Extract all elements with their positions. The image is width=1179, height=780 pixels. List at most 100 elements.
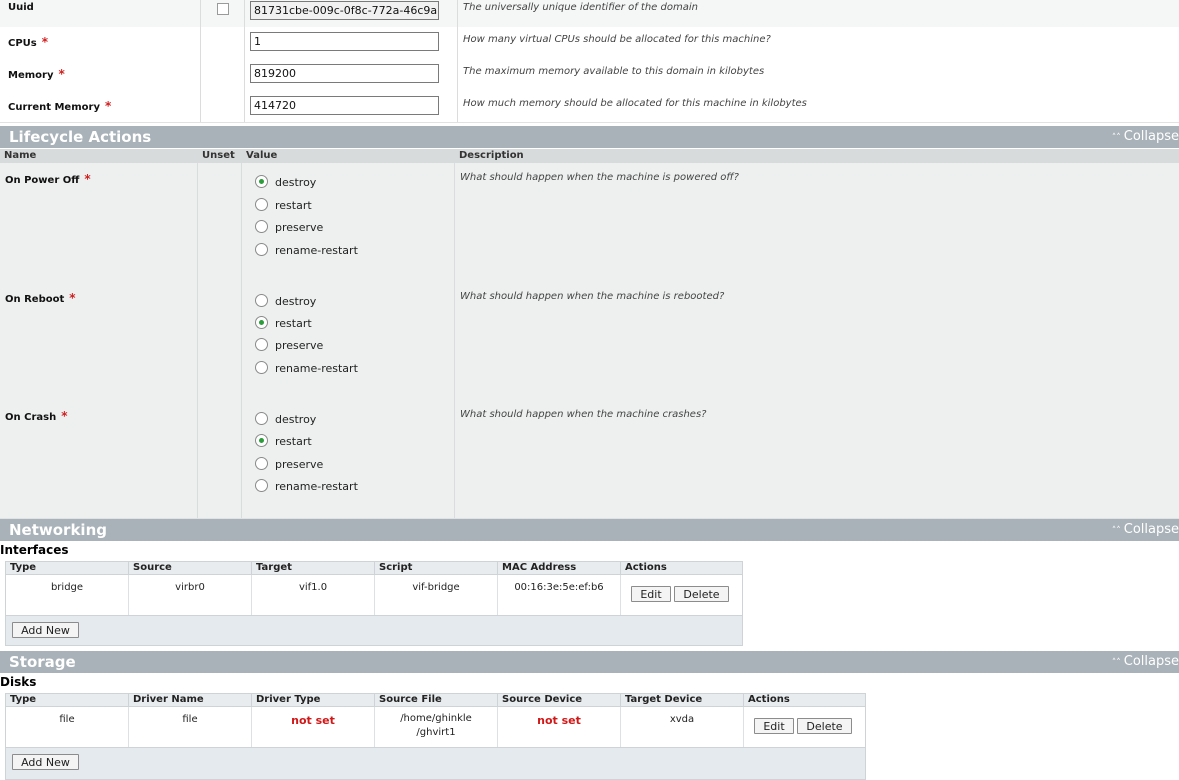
property-label: Current Memory *: [8, 99, 112, 113]
memory-input[interactable]: 819200: [250, 64, 439, 83]
column-header: Driver Name: [129, 694, 252, 706]
property-description: How many virtual CPUs should be allocate…: [463, 34, 771, 45]
radio-rename-restart[interactable]: [255, 361, 268, 374]
required-marker: *: [41, 35, 49, 49]
section-title: Networking: [9, 521, 107, 539]
radio-label: destroy: [275, 295, 317, 308]
column-header: Source: [129, 562, 252, 574]
collapse-link[interactable]: ˄˄ Collapse: [1112, 654, 1179, 669]
delete-disk-button[interactable]: Delete: [797, 718, 852, 734]
cell-type: bridge: [6, 575, 129, 615]
radio-label: restart: [275, 435, 312, 448]
cpus-input[interactable]: 1: [250, 32, 439, 51]
cell-driver-name: file: [129, 707, 252, 747]
property-row-current-memory: Current Memory * 414720 How much memory s…: [0, 90, 1179, 123]
column-header: Target: [252, 562, 375, 574]
lifecycle-label: On Crash *: [5, 409, 68, 423]
radio-label: rename-restart: [275, 480, 358, 493]
column-header: Script: [375, 562, 498, 574]
radio-label: restart: [275, 199, 312, 212]
column-header: Actions: [748, 694, 790, 705]
property-label: CPUs *: [8, 35, 49, 49]
column-header: Driver Type: [252, 694, 375, 706]
radio-label: preserve: [275, 221, 324, 234]
column-header: Actions: [625, 562, 667, 573]
lifecycle-description: What should happen when the machine cras…: [460, 409, 707, 420]
lifecycle-label: On Power Off *: [5, 172, 91, 186]
required-marker: *: [61, 409, 68, 423]
chevron-up-icon: ˄˄: [1111, 658, 1121, 668]
edit-interface-button[interactable]: Edit: [631, 586, 671, 602]
cell-source-device: not set: [498, 707, 621, 747]
property-row-uuid: Uuid 81731cbe-009c-0f8c-772a-46c9a The u…: [0, 0, 1179, 28]
collapse-link[interactable]: ˄˄ Collapse: [1112, 522, 1179, 537]
radio-restart[interactable]: [255, 434, 268, 447]
cell-script: vif-bridge: [375, 575, 498, 615]
chevron-up-icon: ˄˄: [1111, 133, 1121, 143]
cell-target: vif1.0: [252, 575, 375, 615]
radio-destroy[interactable]: [255, 412, 268, 425]
disks-table: Type Driver Name Driver Type Source File…: [5, 693, 866, 780]
section-header-storage: Storage ˄˄ Collapse: [0, 651, 1179, 673]
cell-mac-address: 00:16:3e:5e:ef:b6: [498, 575, 621, 615]
chevron-up-icon: ˄˄: [1111, 526, 1121, 536]
radio-preserve[interactable]: [255, 338, 268, 351]
delete-interface-button[interactable]: Delete: [674, 586, 729, 602]
unset-checkbox[interactable]: [217, 3, 229, 15]
radio-label: destroy: [275, 413, 317, 426]
column-header: Type: [6, 562, 129, 574]
cell-type: file: [6, 707, 129, 747]
radio-preserve[interactable]: [255, 457, 268, 470]
interfaces-table: Type Source Target Script MAC Address Ac…: [5, 561, 743, 646]
radio-destroy[interactable]: [255, 294, 268, 307]
section-header-networking: Networking ˄˄ Collapse: [0, 519, 1179, 541]
lifecycle-description: What should happen when the machine is r…: [460, 291, 725, 302]
column-header-value: Value: [246, 150, 278, 161]
property-description: The universally unique identifier of the…: [463, 2, 698, 13]
column-header-description: Description: [459, 150, 524, 161]
radio-preserve[interactable]: [255, 220, 268, 233]
property-description: The maximum memory available to this dom…: [463, 66, 765, 77]
column-header-unset: Unset: [202, 150, 235, 161]
add-disk-button[interactable]: Add New: [12, 754, 79, 770]
lifecycle-label: On Reboot *: [5, 291, 76, 305]
add-interface-button[interactable]: Add New: [12, 622, 79, 638]
radio-label: restart: [275, 317, 312, 330]
column-header: Target Device: [621, 694, 744, 706]
radio-restart[interactable]: [255, 316, 268, 329]
radio-label: destroy: [275, 176, 317, 189]
interfaces-title: Interfaces: [0, 543, 69, 557]
radio-rename-restart[interactable]: [255, 479, 268, 492]
column-header-name: Name: [4, 150, 37, 161]
cell-source: virbr0: [129, 575, 252, 615]
lifecycle-column-headers: Name Unset Value Description: [0, 149, 1179, 163]
property-row-memory: Memory * 819200 The maximum memory availa…: [0, 58, 1179, 91]
column-header: Source File: [375, 694, 498, 706]
uuid-input[interactable]: 81731cbe-009c-0f8c-772a-46c9a: [250, 1, 439, 20]
lifecycle-row-on-reboot: On Reboot * destroy restart preserve rena…: [0, 282, 1179, 401]
cell-driver-type: not set: [252, 707, 375, 747]
radio-rename-restart[interactable]: [255, 243, 268, 256]
section-title: Storage: [9, 653, 76, 671]
property-label: Memory *: [8, 67, 65, 81]
current-memory-input[interactable]: 414720: [250, 96, 439, 115]
radio-label: rename-restart: [275, 244, 358, 257]
lifecycle-row-on-power-off: On Power Off * destroy restart preserve r…: [0, 163, 1179, 283]
radio-destroy[interactable]: [255, 175, 268, 188]
column-header: Type: [6, 694, 129, 706]
property-row-cpus: CPUs * 1 How many virtual CPUs should be …: [0, 27, 1179, 59]
edit-disk-button[interactable]: Edit: [754, 718, 794, 734]
column-header: Source Device: [498, 694, 621, 706]
required-marker: *: [84, 172, 91, 186]
column-header: MAC Address: [498, 562, 621, 574]
radio-restart[interactable]: [255, 198, 268, 211]
lifecycle-description: What should happen when the machine is p…: [460, 172, 739, 183]
property-description: How much memory should be allocated for …: [463, 98, 807, 109]
disks-title: Disks: [0, 675, 37, 689]
lifecycle-row-on-crash: On Crash * destroy restart preserve renam…: [0, 400, 1179, 519]
property-label: Uuid: [8, 2, 34, 13]
radio-label: preserve: [275, 458, 324, 471]
required-marker: *: [104, 99, 112, 113]
radio-label: rename-restart: [275, 362, 358, 375]
collapse-link[interactable]: ˄˄ Collapse: [1112, 129, 1179, 144]
